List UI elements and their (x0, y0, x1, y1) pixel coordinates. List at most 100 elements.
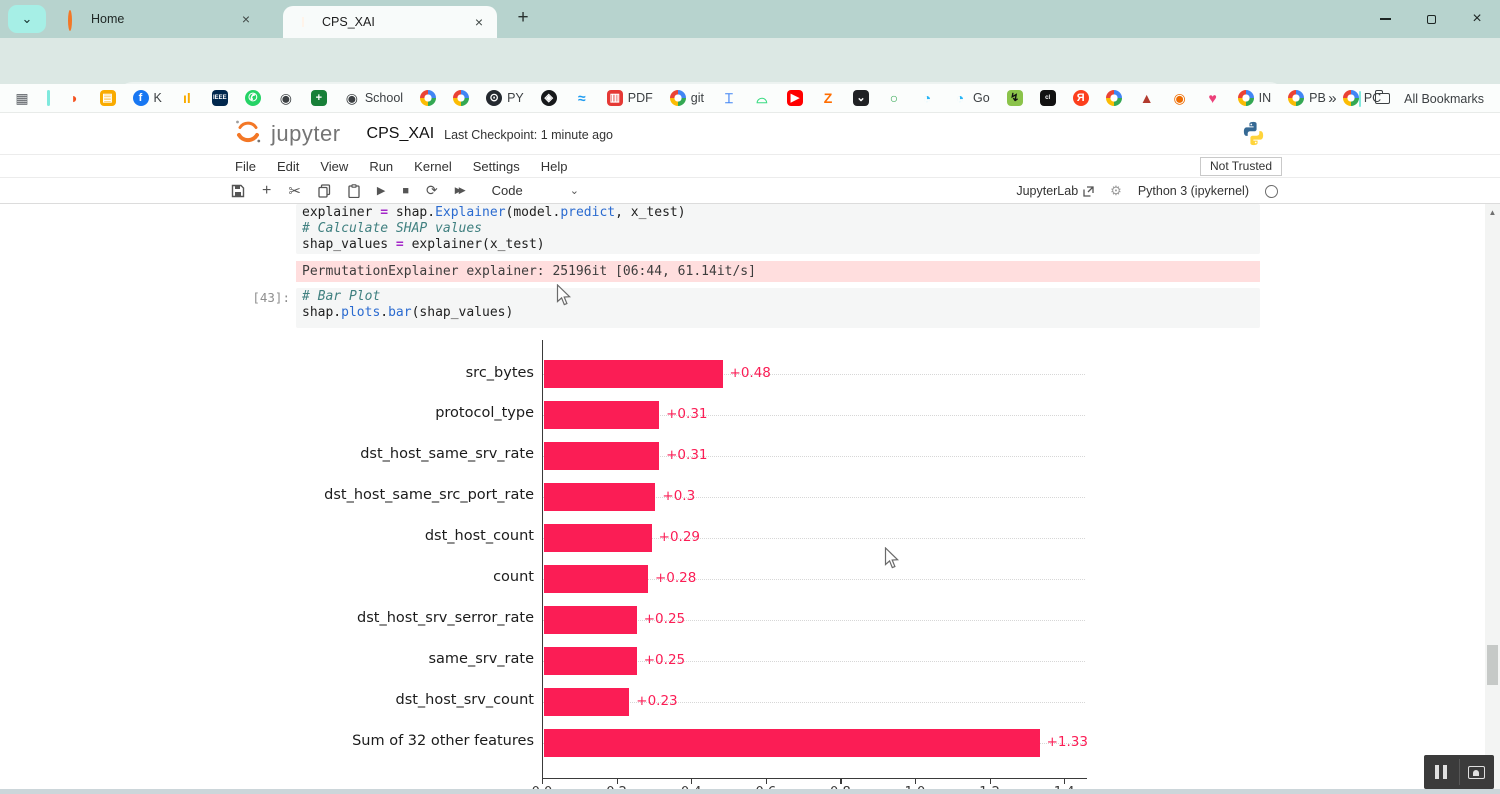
open-jupyterlab-link[interactable]: JupyterLab (1016, 184, 1094, 198)
tab-home[interactable]: Home × (52, 0, 264, 38)
football-dark-icon: ◈ (541, 90, 557, 106)
bookmark-android-green[interactable]: ⌓ (754, 90, 770, 106)
menu-file[interactable]: File (235, 159, 256, 174)
facebook-icon: f (133, 90, 149, 106)
bookmark-go[interactable]: ◔Go (952, 90, 990, 106)
tab-cps-xai[interactable]: CPS_XAI × (283, 6, 497, 38)
bookmark-google[interactable] (420, 90, 436, 106)
picture-in-picture-button[interactable] (1460, 755, 1495, 789)
cut-cell-button[interactable]: ✂ (288, 182, 301, 200)
bookmark-ieee[interactable]: IEEE (212, 90, 228, 106)
copy-cell-button[interactable] (318, 184, 331, 198)
feature-label: dst_host_srv_count (292, 692, 534, 708)
media-control-overlay (1424, 755, 1494, 789)
chevron-down-icon[interactable]: ⌄ (570, 184, 579, 197)
bookmark-swirl-blue[interactable]: ◔ (919, 90, 935, 106)
run-cell-button[interactable]: ▶ (377, 184, 385, 197)
pause-button[interactable] (1424, 755, 1459, 789)
bar-src_bytes (544, 360, 723, 388)
close-window-button[interactable]: × (1454, 0, 1500, 38)
notebook-name[interactable]: CPS_XAI (367, 125, 435, 143)
bookmark-yandex-red[interactable]: Я (1073, 90, 1089, 106)
feature-label: dst_host_same_srv_rate (292, 446, 534, 462)
bookmark-youtube[interactable]: ▶ (787, 90, 803, 106)
bar-value-label: +0.48 (730, 365, 771, 381)
cell-type-dropdown[interactable]: Code (492, 183, 523, 198)
bookmark-heart-pink[interactable]: ♥ (1205, 90, 1221, 106)
bookmark-pb[interactable]: PB (1288, 90, 1326, 106)
scrollbar-thumb[interactable] (1487, 645, 1498, 685)
tab-search-button[interactable]: ⌄ (8, 5, 46, 33)
google-icon (1288, 90, 1304, 106)
menu-settings[interactable]: Settings (473, 159, 520, 174)
bookmark-card-orange[interactable]: ▤ (100, 90, 116, 106)
bookmark-apps-grid[interactable]: ▦ (14, 90, 30, 106)
bar-value-label: +0.28 (655, 570, 696, 586)
menu-kernel[interactable]: Kernel (414, 159, 452, 174)
stop-kernel-button[interactable]: ■ (402, 185, 409, 197)
bookmark-google[interactable] (453, 90, 469, 106)
insert-cell-button[interactable]: + (262, 182, 271, 200)
bookmarks-overflow-icon[interactable]: » (1328, 90, 1336, 107)
bookmark-cl-dark[interactable]: cl (1040, 90, 1056, 106)
bookmark-bed-blue[interactable]: ⌶ (721, 90, 737, 106)
bookmark-z-orange[interactable]: Z (820, 90, 836, 106)
run-all-button[interactable]: ▶▶ (455, 185, 463, 196)
menu-view[interactable]: View (320, 159, 348, 174)
save-button[interactable] (231, 184, 245, 198)
menu-help[interactable]: Help (541, 159, 568, 174)
feature-label: protocol_type (292, 405, 534, 421)
all-bookmarks-button[interactable]: All Bookmarks (1404, 92, 1484, 106)
bookmark-bird-blue[interactable]: ≈ (574, 90, 590, 106)
bookmark-whatsapp[interactable]: ✆ (245, 90, 261, 106)
bookmark-google[interactable] (1106, 90, 1122, 106)
bookmark-analytics-orange[interactable]: ıl (179, 90, 195, 106)
bookmark-git[interactable]: git (670, 90, 704, 106)
code-cell-bar-plot[interactable]: # Bar Plotshap.plots.bar(shap_values) (296, 288, 1260, 328)
bookmark-matlab[interactable]: ▲ (1139, 90, 1155, 106)
paste-cell-button[interactable] (348, 184, 360, 198)
notebook-content: explainer = shap.Explainer(model.predict… (0, 204, 1500, 789)
bookmark-eye-orange[interactable]: ◉ (1172, 90, 1188, 106)
bookmark-ring-green[interactable]: ○ (886, 90, 902, 106)
kernel-name[interactable]: Python 3 (ipykernel) (1138, 184, 1249, 198)
lightning-green-icon: ↯ (1007, 90, 1023, 106)
bookmark-cross-green[interactable]: + (311, 90, 327, 106)
bookmark-lightning-green[interactable]: ↯ (1007, 90, 1023, 106)
bar-value-label: +1.33 (1047, 734, 1088, 750)
bookmark-football-dark[interactable]: ◈ (541, 90, 557, 106)
maximize-button[interactable] (1408, 0, 1454, 38)
bar-value-label: +0.29 (659, 529, 700, 545)
bookmark-pdf[interactable]: ▥PDF (607, 90, 653, 106)
restart-kernel-button[interactable]: ⟳ (426, 182, 438, 199)
bar-same_srv_rate (544, 647, 637, 675)
menu-run[interactable]: Run (369, 159, 393, 174)
pdf-red-icon: ▥ (607, 90, 623, 106)
bookmark-label: IN (1259, 91, 1272, 105)
bookmark-py[interactable]: ⊙PY (486, 90, 524, 106)
apps-grid-icon: ▦ (14, 90, 30, 106)
feature-label: src_bytes (292, 365, 534, 381)
new-tab-button[interactable]: + (510, 7, 536, 29)
z-orange-icon: Z (820, 90, 836, 106)
menu-edit[interactable]: Edit (277, 159, 299, 174)
code-cell-explainer[interactable]: explainer = shap.Explainer(model.predict… (296, 204, 1260, 254)
close-tab-icon[interactable]: × (471, 14, 487, 30)
bar-dst_host_srv_serror_rate (544, 606, 637, 634)
gear-icon[interactable]: ⚙ (1110, 183, 1122, 199)
scroll-up-icon[interactable]: ▲ (1485, 208, 1500, 217)
minimize-button[interactable] (1362, 0, 1408, 38)
github-icon: ⊙ (486, 90, 502, 106)
bag-dark-icon: ⌄ (853, 90, 869, 106)
bookmark-arrow-orange[interactable]: ◗ (67, 90, 83, 106)
close-tab-icon[interactable]: × (238, 11, 254, 27)
scrollbar[interactable]: ▲ (1485, 204, 1500, 789)
bookmark-k[interactable]: fK (133, 90, 162, 106)
bookmark-globe-dark[interactable]: ◉ (278, 90, 294, 106)
external-link-icon (1083, 186, 1094, 197)
bookmark-in[interactable]: IN (1238, 90, 1272, 106)
bookmark-bag-dark[interactable]: ⌄ (853, 90, 869, 106)
trust-status-badge[interactable]: Not Trusted (1200, 157, 1282, 176)
bookmark-school[interactable]: ◉School (344, 90, 403, 106)
jupyter-logo-icon[interactable] (233, 116, 263, 151)
